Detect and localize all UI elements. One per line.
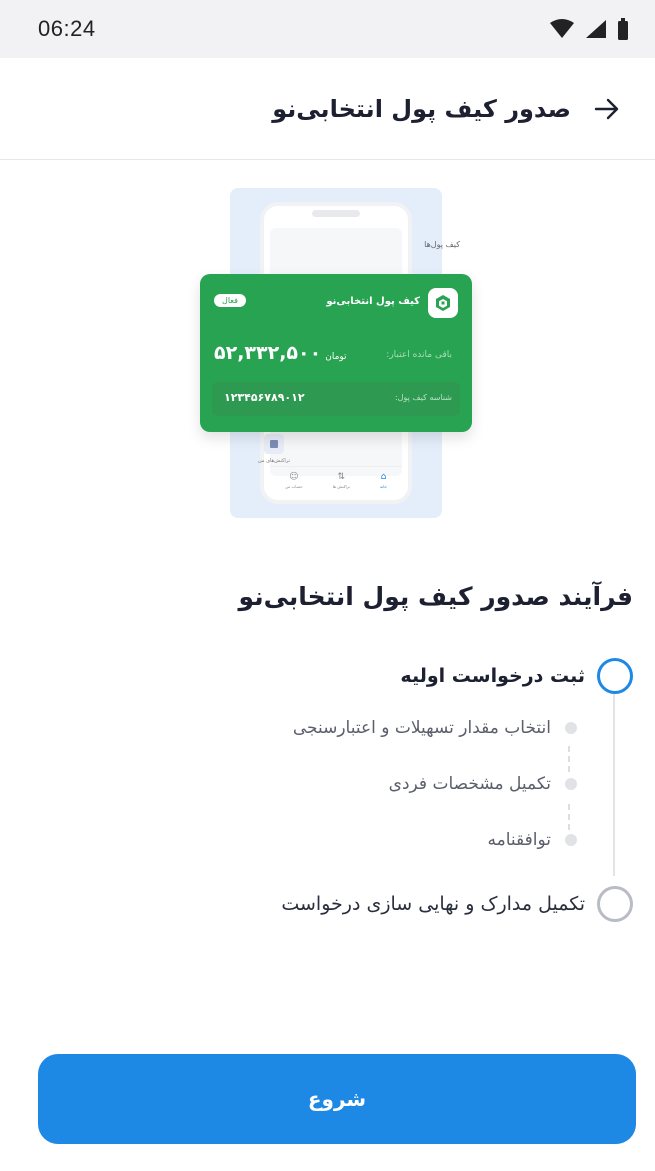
section-title: فرآیند صدور کیف پول انتخابی‌نو: [238, 582, 633, 611]
step-connector: [613, 692, 615, 876]
phone-notch: [312, 210, 360, 217]
start-button[interactable]: شروع: [38, 1054, 636, 1144]
nav-home: ⌂ خانه: [380, 471, 387, 489]
status-time: 06:24: [38, 16, 96, 41]
card-name: کیف پول انتخابی‌نو: [326, 296, 420, 307]
page-title: صدور کیف پول انتخابی‌نو: [272, 94, 571, 123]
battery-icon: [618, 18, 628, 40]
substep-label: تکمیل مشخصات فردی: [388, 774, 551, 794]
arrow-right-icon: [594, 98, 619, 119]
substep-dash: [568, 804, 570, 830]
step-initial-request[interactable]: ثبت درخواست اولیه: [400, 658, 633, 694]
card-id-box: شناسه کیف پول: ۱۲۳۴۵۶۷۸۹۰۱۲: [212, 382, 460, 416]
step-radio-icon: [597, 658, 633, 694]
substep-credit: انتخاب مقدار تسهیلات و اعتبارسنجی: [293, 718, 577, 738]
nav-account: ☺ حساب من: [285, 471, 303, 489]
card-id-value: ۱۲۳۴۵۶۷۸۹۰۱۲: [224, 391, 305, 404]
substep-agreement: توافقنامه: [487, 830, 577, 850]
substep-label: توافقنامه: [487, 830, 552, 850]
step-label: تکمیل مدارک و نهایی سازی درخواست: [281, 893, 585, 915]
card-balance: تومان ۵۲,۳۳۲,۵۰۰: [214, 342, 347, 364]
phone-item-label: تراکنش‌های من: [258, 458, 290, 464]
substep-dot-icon: [565, 834, 577, 846]
substep-label: انتخاب مقدار تسهیلات و اعتبارسنجی: [292, 718, 551, 738]
status-icons: [549, 18, 629, 40]
phone-title: کیف پول‌ها: [424, 240, 460, 249]
transfer-icon: ⇅: [337, 471, 346, 482]
app-header: صدور کیف پول انتخابی‌نو: [0, 58, 655, 160]
substep-personal-info: تکمیل مشخصات فردی: [389, 774, 577, 794]
signal-icon: [586, 20, 606, 38]
nav-home-label: خانه: [380, 483, 387, 489]
step-finalize-request[interactable]: تکمیل مدارک و نهایی سازی درخواست: [281, 886, 633, 922]
step-label: ثبت درخواست اولیه: [400, 665, 585, 687]
card-currency: تومان: [325, 352, 347, 362]
card-id-label: شناسه کیف پول:: [394, 393, 452, 402]
receipt-icon: [270, 440, 278, 448]
status-bar: 06:24: [0, 0, 655, 58]
wallet-card: کیف پول انتخابی‌نو فعال باقی مانده اعتبا…: [200, 274, 472, 432]
nav-transactions-label: تراکنش ها: [332, 483, 350, 489]
user-icon: ☺: [289, 471, 299, 482]
home-icon: ⌂: [380, 471, 387, 482]
step-radio-icon: [597, 886, 633, 922]
hero-illustration: ⌂ خانه ⇅ تراکنش ها ☺ حساب من کیف پول‌ها …: [198, 186, 474, 522]
substep-dash: [568, 746, 570, 772]
nav-account-label: حساب من: [285, 483, 303, 489]
substep-dot-icon: [565, 778, 577, 790]
back-button[interactable]: [587, 89, 627, 129]
phone-nav: ⌂ خانه ⇅ تراکنش ها ☺ حساب من: [270, 466, 402, 494]
status-badge: فعال: [214, 294, 246, 307]
wallet-logo-icon: [428, 288, 458, 318]
card-balance-label: باقی مانده اعتبار:: [386, 350, 452, 360]
phone-item: [264, 434, 284, 454]
nav-transactions: ⇅ تراکنش ها: [332, 471, 350, 489]
substep-dot-icon: [565, 722, 577, 734]
wifi-icon: [550, 19, 574, 38]
card-balance-value: ۵۲,۳۳۲,۵۰۰: [214, 342, 322, 364]
